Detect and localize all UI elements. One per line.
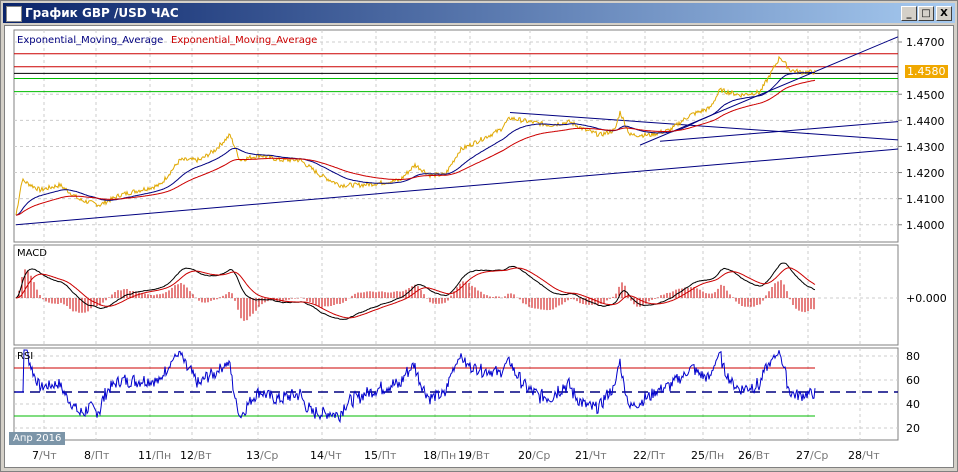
date-label: 12/Вт [180,449,212,462]
date-weekday: /Пт [647,449,666,462]
date-weekday: /Пн [437,449,457,462]
date-day: 11 [138,449,152,462]
date-label: 26/Вт [738,449,770,462]
date-weekday: /Вт [472,449,490,462]
chart-svg[interactable] [0,0,958,472]
date-weekday: /Пн [705,449,725,462]
macd-label: MACD [17,248,47,259]
current-price-badge: 1.4580 [905,65,948,78]
date-label: 27/Ср [796,449,828,462]
price-tick: 1.4700 [906,36,945,49]
price-tick: 1.4300 [906,141,945,154]
price-tick: 1.4000 [906,219,945,232]
date-weekday: /Чт [39,449,57,462]
date-day: 14 [310,449,324,462]
price-tick: 1.4400 [906,115,945,128]
date-label: 21/Чт [575,449,607,462]
date-label: 11/Пн [138,449,171,462]
price-tick: 1.4100 [906,193,945,206]
date-day: 7 [32,449,39,462]
date-day: 25 [691,449,705,462]
date-day: 18 [423,449,437,462]
price-tick: 1.4200 [906,167,945,180]
date-day: 19 [458,449,472,462]
date-weekday: /Ср [532,449,551,462]
panel-1 [13,244,899,346]
date-weekday: /Вт [194,449,212,462]
legend-ema-fast: Exponential_Moving_Average [17,35,164,46]
legend-ema-slow: Exponential_Moving_Average [171,35,318,46]
date-day: 26 [738,449,752,462]
month-badge: Апр 2016 [9,432,66,445]
rsi-tick: 80 [906,350,920,363]
date-label: 7/Чт [32,449,57,462]
date-day: 12 [180,449,194,462]
date-label: 14/Чт [310,449,342,462]
panel-0 [13,29,899,243]
date-weekday: /Ср [260,449,279,462]
date-label: 22/Пт [633,449,665,462]
date-weekday: /Чт [862,449,880,462]
date-day: 27 [796,449,810,462]
date-label: 18/Пн [423,449,456,462]
date-day: 15 [364,449,378,462]
rsi-tick: 40 [906,398,920,411]
date-weekday: /Чт [589,449,607,462]
rsi-tick: 20 [906,422,920,435]
date-weekday: /Ср [810,449,829,462]
date-label: 19/Вт [458,449,490,462]
date-weekday: /Пн [152,449,172,462]
date-weekday: /Чт [324,449,342,462]
price-tick: 1.4500 [906,89,945,102]
date-weekday: /Вт [752,449,770,462]
date-label: 20/Ср [518,449,550,462]
date-label: 15/Пт [364,449,396,462]
date-label: 8/Пт [84,449,109,462]
date-label: 28/Чт [848,449,880,462]
date-day: 21 [575,449,589,462]
date-day: 20 [518,449,532,462]
rsi-tick: 60 [906,374,920,387]
date-day: 28 [848,449,862,462]
macd-zero-tick: +0.000 [906,292,947,305]
date-label: 13/Ср [246,449,278,462]
date-label: 25/Пн [691,449,724,462]
date-weekday: /Пт [378,449,397,462]
date-day: 22 [633,449,647,462]
rsi-label: RSI [17,351,34,362]
date-day: 8 [84,449,91,462]
date-day: 13 [246,449,260,462]
date-weekday: /Пт [91,449,110,462]
panel-2 [13,347,899,441]
